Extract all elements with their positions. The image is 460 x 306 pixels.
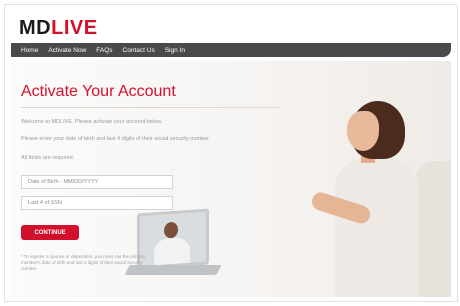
title-divider (21, 107, 281, 108)
nav-home[interactable]: Home (21, 47, 38, 54)
page-frame: MDLIVE Home Activate Now FAQs Contact Us… (4, 4, 458, 302)
nav-activate-now[interactable]: Activate Now (48, 47, 86, 54)
chair-shape (415, 161, 451, 297)
torso-shape (335, 159, 419, 297)
nav-sign-in[interactable]: Sign In (165, 47, 185, 54)
ssn-last4-input[interactable] (21, 196, 173, 210)
logo-live: LIVE (51, 17, 98, 39)
laptop-screen (137, 208, 209, 270)
face-shape (347, 111, 379, 151)
doctor-head (164, 221, 178, 239)
required-fields-text: All fields are required. (21, 155, 75, 161)
nav-faqs[interactable]: FAQs (96, 47, 112, 54)
date-of-birth-input[interactable] (21, 175, 173, 189)
continue-button[interactable]: CONTINUE (21, 225, 79, 240)
main-navigation: Home Activate Now FAQs Contact Us Sign I… (11, 43, 451, 57)
laptop-illustration (124, 208, 222, 287)
welcome-text: Welcome to MDLIVE. Please activate your … (21, 119, 163, 125)
dependent-footnote: * To register a spouse or dependent, you… (21, 254, 146, 271)
doctor-coat (154, 236, 190, 266)
nav-contact-us[interactable]: Contact Us (123, 47, 155, 54)
activation-hero: Activate Your Account Welcome to MDLIVE.… (11, 61, 451, 297)
woman-illustration (309, 81, 451, 297)
page-title: Activate Your Account (21, 83, 176, 100)
logo-md: MD (19, 17, 52, 39)
instructions-text: Please enter your date of birth and last… (21, 136, 211, 142)
mdlive-logo[interactable]: MDLIVE (19, 17, 98, 40)
